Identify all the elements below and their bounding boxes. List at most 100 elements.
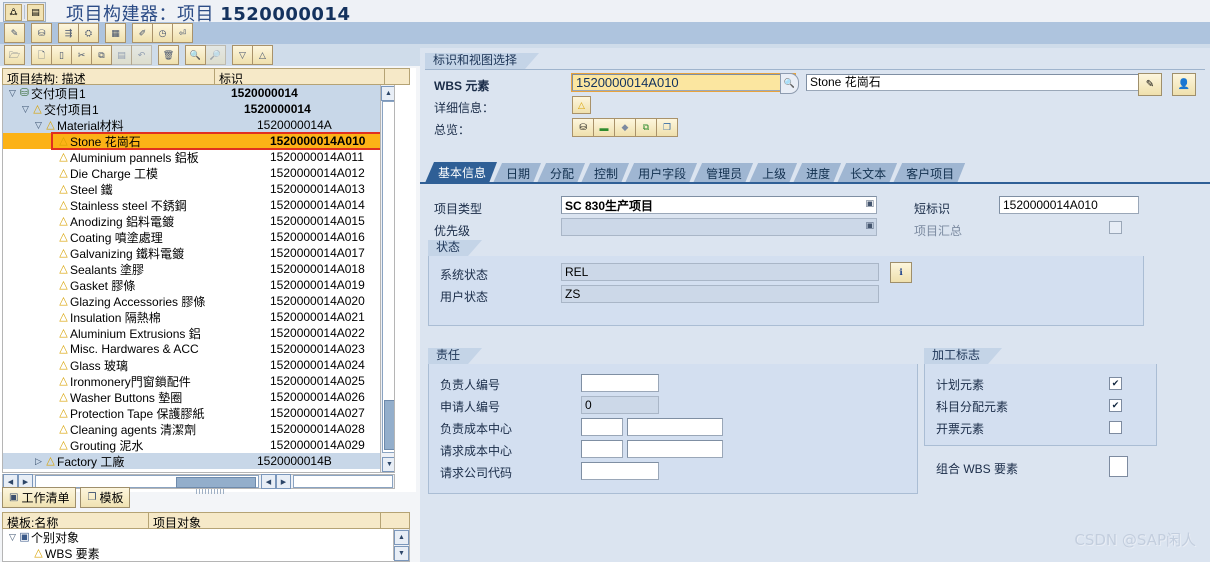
hierarchy-overview-icon[interactable]: ⛁ [572,118,594,137]
worklist-button[interactable]: ▣ 工作清单 [2,487,77,508]
template-scroll-up-button[interactable]: ▲ [394,530,409,545]
project-icon[interactable]: ⛁ [31,23,52,43]
tree-row[interactable]: △ Glass 玻璃 1520000014A024 [3,357,394,373]
hscroll-thumb-left[interactable] [176,477,256,488]
person-icon[interactable]: 👤 [1172,73,1196,96]
project-type-field[interactable]: ▣ [561,196,877,214]
template-col-name[interactable]: 模板:名称 [3,513,149,530]
requesting-cost-center-description-input[interactable] [627,440,723,458]
applicant-number-input[interactable] [581,396,659,414]
window-menu-icon[interactable]: ▤ [27,3,44,21]
tree-row[interactable]: △ Die Charge 工模 1520000014A012 [3,165,394,181]
tab-administration[interactable]: 管理员 [693,163,753,183]
tree-row[interactable]: △ Washer Buttons 墊圈 1520000014A026 [3,389,394,405]
wbs-triangle-icon[interactable]: △ [572,96,591,114]
copy-item-icon[interactable]: ▯ [51,45,72,65]
scroll-thumb[interactable] [384,400,394,450]
tree-row[interactable]: △ Insulation 隔熱棉 1520000014A021 [3,309,394,325]
tree-row[interactable]: △ Stone 花崗石 1520000014A010 [3,133,394,149]
table-icon[interactable]: ▦ [105,23,126,43]
cut-icon[interactable]: ✂ [71,45,92,65]
billing-element-checkbox[interactable] [1109,421,1122,434]
tree-twisty-icon[interactable]: ▽ [20,104,31,115]
tree-col-description[interactable]: 项目结构: 描述 [3,69,215,86]
scroll-down-button[interactable]: ▼ [382,457,394,472]
tab-assignment[interactable]: 分配 [537,163,585,183]
tree-vertical-scrollbar[interactable]: ▲ ▼ [380,85,394,472]
hscroll-right-button-2[interactable]: ▶ [276,474,291,489]
tree-row[interactable]: ▽ △ Material材料 1520000014A [3,117,394,133]
delete-icon[interactable]: 🗑 [158,45,179,65]
tree-twisty-icon[interactable]: ▽ [7,88,18,99]
display-change-icon[interactable]: ✎ [4,23,25,43]
requesting-cost-center-input[interactable] [581,440,623,458]
scroll-track[interactable] [382,101,394,453]
sort-icon[interactable]: △ [252,45,273,65]
undo-icon[interactable]: ↶ [131,45,152,65]
tree-row[interactable]: △ Galvanizing 鐵料電鍍 1520000014A017 [3,245,394,261]
tree-twisty-icon[interactable]: ▽ [33,120,44,131]
account-assignment-element-checkbox[interactable]: ✔ [1109,399,1122,412]
scroll-up-button[interactable]: ▲ [381,86,394,101]
tree-row[interactable]: △ Misc. Hardwares & ACC 1520000014A023 [3,341,394,357]
bar-overview-icon[interactable]: ▬ [593,118,615,137]
tree-row[interactable]: △ Glazing Accessories 膠條 1520000014A020 [3,293,394,309]
exit-icon[interactable]: ⏎ [172,23,193,43]
search-icon[interactable]: 🔍 [780,73,799,94]
sap-logo-icon[interactable]: 🜛 [5,3,22,21]
tree-twisty-icon[interactable]: ▽ [7,532,18,543]
find-icon[interactable]: 🔍 [185,45,206,65]
new-icon[interactable]: 🗋 [31,45,52,65]
template-vertical-scrollbar[interactable]: ▲ ▼ [393,529,409,561]
wbs-description-input[interactable] [806,74,1148,91]
edit-doc-icon[interactable]: ✐ [132,23,153,43]
diamond-overview-icon[interactable]: ◆ [614,118,636,137]
requesting-company-code-input[interactable] [581,462,659,480]
paste-icon[interactable]: ▤ [111,45,132,65]
find-next-icon[interactable]: 🔎 [205,45,226,65]
tree-row[interactable]: △ Stainless steel 不銹鋼 1520000014A014 [3,197,394,213]
copy-overview-icon[interactable]: ⧉ [635,118,657,137]
pages-overview-icon[interactable]: ❐ [656,118,678,137]
planning-element-checkbox[interactable]: ✔ [1109,377,1122,390]
info-icon[interactable]: ℹ [890,262,912,283]
network-icon[interactable]: ⛭ [78,23,99,43]
hscroll-left-button-2[interactable]: ◀ [261,474,276,489]
tree-row[interactable]: △ Ironmonery門窗鎖配件 1520000014A025 [3,373,394,389]
wbs-element-input[interactable] [571,73,796,92]
template-button[interactable]: ❐ 模板 [80,487,131,508]
tree-row[interactable]: ▽ ⛁ 交付项目1 1520000014 [3,85,394,101]
tree-row[interactable]: △ Aluminium pannels 鋁板 1520000014A011 [3,149,394,165]
tab-long-text[interactable]: 长文本 [837,163,897,183]
tree-row[interactable]: ▷ △ Factory 工廠 1520000014B [3,453,394,469]
tab-customer-project[interactable]: 客户项目 [893,163,965,183]
grouping-wbs-checkbox[interactable] [1109,456,1128,477]
tree-row[interactable]: △ Aluminium Extrusions 鋁 1520000014A022 [3,325,394,341]
dropdown-icon[interactable]: ▣ [865,198,874,209]
tab-basic-info[interactable]: 基本信息 [425,162,497,183]
tree-row[interactable]: △ Sealants 塗膠 1520000014A018 [3,261,394,277]
filter-icon[interactable]: ▽ [232,45,253,65]
tree-row[interactable]: △ Gasket 膠條 1520000014A019 [3,277,394,293]
tree-twisty-icon[interactable]: ▷ [33,456,44,467]
responsible-cost-center-input[interactable] [581,418,623,436]
short-id-input[interactable] [999,196,1139,214]
clock-icon[interactable]: ◷ [152,23,173,43]
hierarchy-icon[interactable]: ⇶ [58,23,79,43]
template-col-object[interactable]: 项目对象 [149,513,381,530]
copy-icon[interactable]: ⧉ [91,45,112,65]
tab-progress[interactable]: 进度 [793,163,841,183]
tree-row[interactable]: △ Coating 噴塗處理 1520000014A016 [3,229,394,245]
rollup-checkbox[interactable] [1109,221,1122,234]
edit-pencil-icon[interactable]: ✎ [1138,73,1162,96]
tree-row[interactable]: △ Protection Tape 保護膠紙 1520000014A027 [3,405,394,421]
open-icon[interactable]: 🗁 [4,45,25,65]
tab-superior[interactable]: 上级 [749,163,797,183]
tree-row[interactable]: ▽ △ 交付项目1 1520000014 [3,101,394,117]
tree-col-id[interactable]: 标识 [215,69,385,86]
tree-row[interactable]: △ Cleaning agents 清潔劑 1520000014A028 [3,421,394,437]
tab-control[interactable]: 控制 [581,163,629,183]
priority-input[interactable] [561,218,877,236]
dropdown-icon[interactable]: ▣ [865,220,874,231]
template-row[interactable]: △ WBS 要素 [3,545,409,561]
